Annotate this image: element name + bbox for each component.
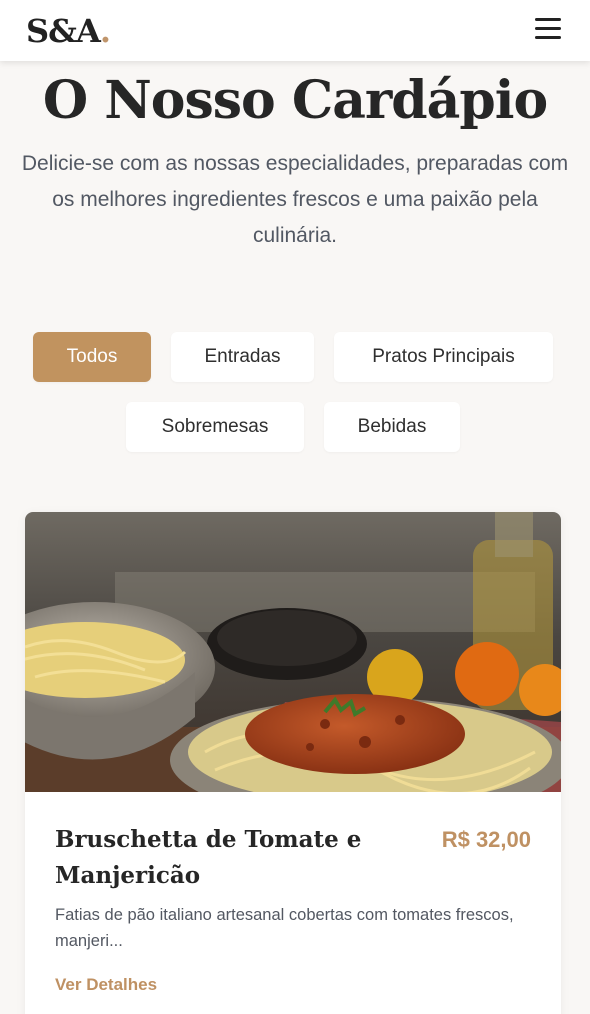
site-header: S&A. — [0, 0, 590, 61]
page-title: O Nosso Cardápio — [42, 70, 548, 131]
dish-price: R$ 32,00 — [441, 827, 531, 852]
menu-bar — [535, 27, 561, 30]
page-subtitle: Delicie-se com as nossas especialidades,… — [21, 152, 569, 247]
logo-text: S&A — [26, 12, 101, 50]
hamburger-menu-icon[interactable] — [532, 16, 562, 42]
dish-name: Bruschetta de Tomate e Manjericão — [55, 826, 362, 889]
view-details-link[interactable]: Ver Detalhes — [55, 972, 157, 998]
logo[interactable]: S&A. — [26, 12, 111, 50]
logo-dot: . — [99, 12, 111, 50]
filter-entradas[interactable]: Entradas — [171, 332, 314, 382]
dish-description: Fatias de pão italiano artesanal coberta… — [55, 906, 514, 950]
filter-todos[interactable]: Todos — [33, 332, 151, 382]
filter-bebidas[interactable]: Bebidas — [324, 402, 460, 452]
menu-bar — [535, 36, 561, 39]
dish-image — [25, 512, 561, 792]
menu-bar — [535, 18, 561, 21]
filter-pratos-principais[interactable]: Pratos Principais — [334, 332, 553, 382]
menu-item-card[interactable]: Bruschetta de Tomate e Manjericão R$ 32,… — [25, 512, 561, 1014]
filter-sobremesas[interactable]: Sobremesas — [126, 402, 304, 452]
